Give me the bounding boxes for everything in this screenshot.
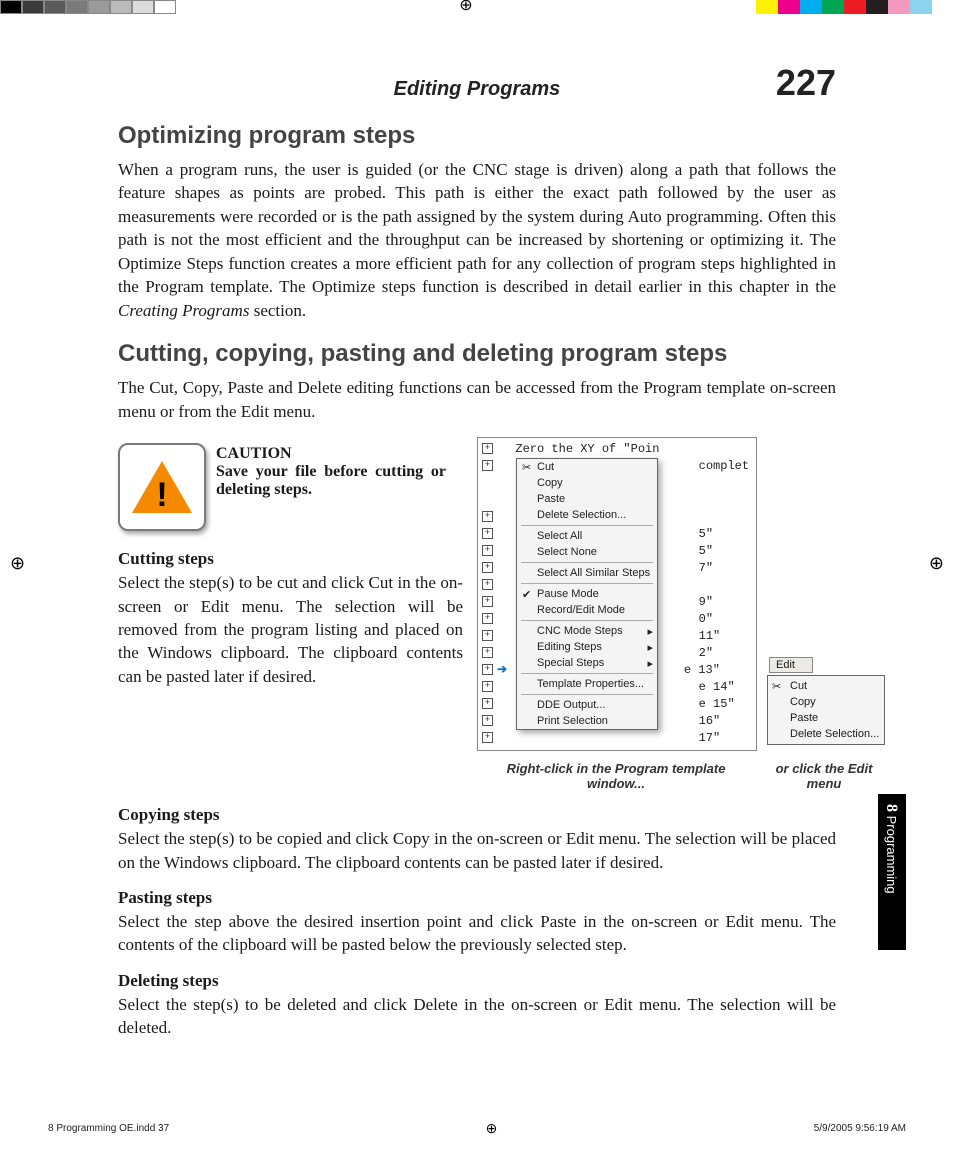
menu-item[interactable]: Record/Edit Mode [517,602,657,618]
para-cutting: Select the step(s) to be cut and click C… [118,571,463,688]
caution-callout: ! CAUTION Save your file before cutting … [118,443,463,531]
para-pasting: Select the step above the desired insert… [118,910,836,957]
registration-mark-bottom: ⊕ [169,1120,814,1137]
menu-item[interactable]: Delete Selection... [517,507,657,523]
print-footer: 8 Programming OE.indd 37 ⊕ 5/9/2005 9:56… [48,1120,906,1137]
tree-row: + Zero the XY of "Poin [482,440,752,457]
caution-message: Save your file before cutting or deletin… [216,463,446,498]
menu-item[interactable]: Copy [517,475,657,491]
heading-optimizing: Optimizing program steps [118,122,836,150]
chapter-tab: 8 Programming [878,794,906,950]
warning-icon: ! [118,443,206,531]
menu-item[interactable]: Editing Steps▸ [517,639,657,655]
figure-program-template: + Zero the XY of "Poin+ complet+ + 5"+ 5… [477,437,757,751]
menu-item[interactable]: Pause Mode✔ [517,586,657,602]
context-menu: Cut✂CopyPasteDelete Selection... Select A… [516,458,658,730]
subhead-deleting: Deleting steps [118,971,836,991]
figure-caption-2: or click the Edit menu [765,761,883,791]
menu-item[interactable]: Cut✂ [768,678,884,694]
footer-timestamp: 5/9/2005 9:56:19 AM [814,1123,906,1134]
caution-label: CAUTION [216,445,446,463]
menu-item[interactable]: Select All Similar Steps [517,565,657,581]
menu-item[interactable]: Paste [517,491,657,507]
menu-item[interactable]: CNC Mode Steps▸ [517,623,657,639]
menu-item[interactable]: Copy [768,694,884,710]
edit-menu-button[interactable]: Edit [769,657,813,673]
figure-caption-1: Right-click in the Program template wind… [477,761,755,791]
subhead-copying: Copying steps [118,805,836,825]
subhead-pasting: Pasting steps [118,888,836,908]
tree-row: + 17" [482,729,752,746]
page-header: Editing Programs 227 [118,62,836,104]
menu-item[interactable]: Delete Selection... [768,726,884,742]
menu-item[interactable]: Cut✂ [517,459,657,475]
page-number: 227 [776,62,836,104]
registration-mark-top: ⊕ [459,0,472,14]
heading-cutcopy: Cutting, copying, pasting and deleting p… [118,340,836,368]
menu-item[interactable]: Print Selection [517,713,657,729]
menu-item[interactable]: DDE Output... [517,697,657,713]
figure-edit-menu: Edit Cut✂CopyPasteDelete Selection... [767,437,885,745]
para-deleting: Select the step(s) to be deleted and cli… [118,993,836,1040]
footer-file: 8 Programming OE.indd 37 [48,1123,169,1134]
menu-item[interactable]: Template Properties... [517,676,657,692]
para-cutcopy-intro: The Cut, Copy, Paste and Delete editing … [118,376,836,423]
para-copying: Select the step(s) to be copied and clic… [118,827,836,874]
menu-item[interactable]: Select All [517,528,657,544]
menu-item[interactable]: Paste [768,710,884,726]
menu-item[interactable]: Select None [517,544,657,560]
para-optimizing: When a program runs, the user is guided … [118,158,836,322]
subhead-cutting: Cutting steps [118,549,463,569]
print-color-bar: ⊕ [0,0,954,14]
header-title: Editing Programs [178,78,776,101]
menu-item[interactable]: Special Steps▸ [517,655,657,671]
